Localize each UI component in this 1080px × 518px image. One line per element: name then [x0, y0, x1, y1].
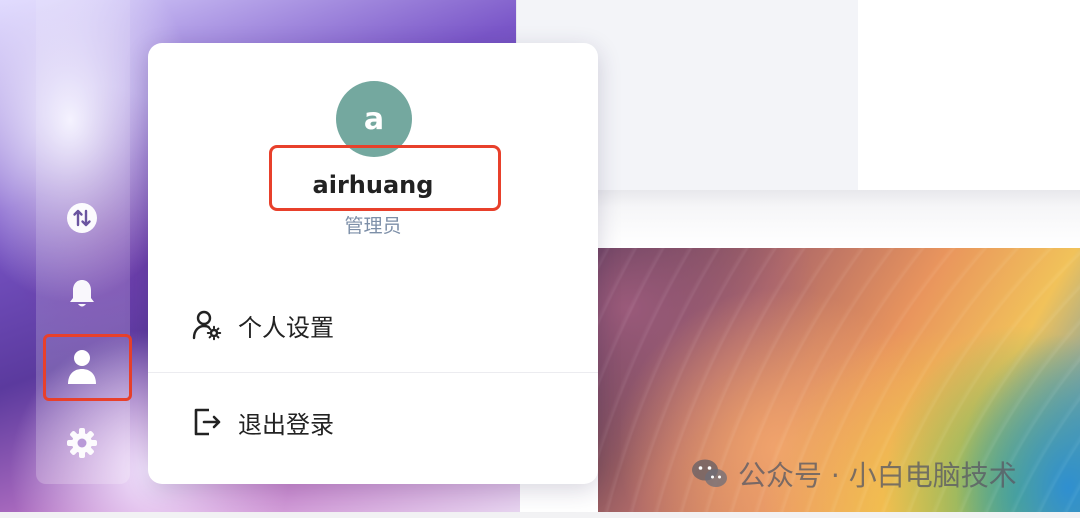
- user-popover: a airhuang 管理员 个人设置 退出登录: [148, 43, 598, 484]
- transfer-arrows-icon: [67, 203, 97, 233]
- username-highlight: [269, 145, 501, 211]
- app-panel-edge: [516, 190, 1080, 248]
- watermark: 公众号 · 小白电脑技术: [690, 456, 1017, 492]
- menu-item-logout[interactable]: 退出登录: [148, 389, 598, 455]
- app-panel-white: [858, 0, 1080, 190]
- user-icon: [68, 350, 96, 384]
- user-settings-icon: [190, 308, 224, 342]
- sidebar-item-settings[interactable]: [58, 419, 106, 467]
- wechat-icon: [690, 457, 730, 491]
- watermark-text: 公众号 · 小白电脑技术: [738, 459, 1017, 492]
- menu-divider: [148, 372, 598, 373]
- sidebar-item-transfer[interactable]: [58, 194, 106, 242]
- bottom-edge: [0, 512, 1080, 518]
- logout-icon: [190, 405, 224, 439]
- menu-item-personal-settings[interactable]: 个人设置: [148, 292, 598, 358]
- sidebar-item-notifications[interactable]: [58, 270, 106, 318]
- bell-icon: [70, 280, 94, 307]
- menu-item-label: 退出登录: [238, 410, 334, 439]
- sidebar-item-user[interactable]: [58, 343, 106, 391]
- user-role: 管理员: [344, 215, 402, 237]
- gear-icon: [67, 428, 97, 458]
- menu-item-label: 个人设置: [238, 313, 334, 342]
- sidebar: [36, 0, 130, 484]
